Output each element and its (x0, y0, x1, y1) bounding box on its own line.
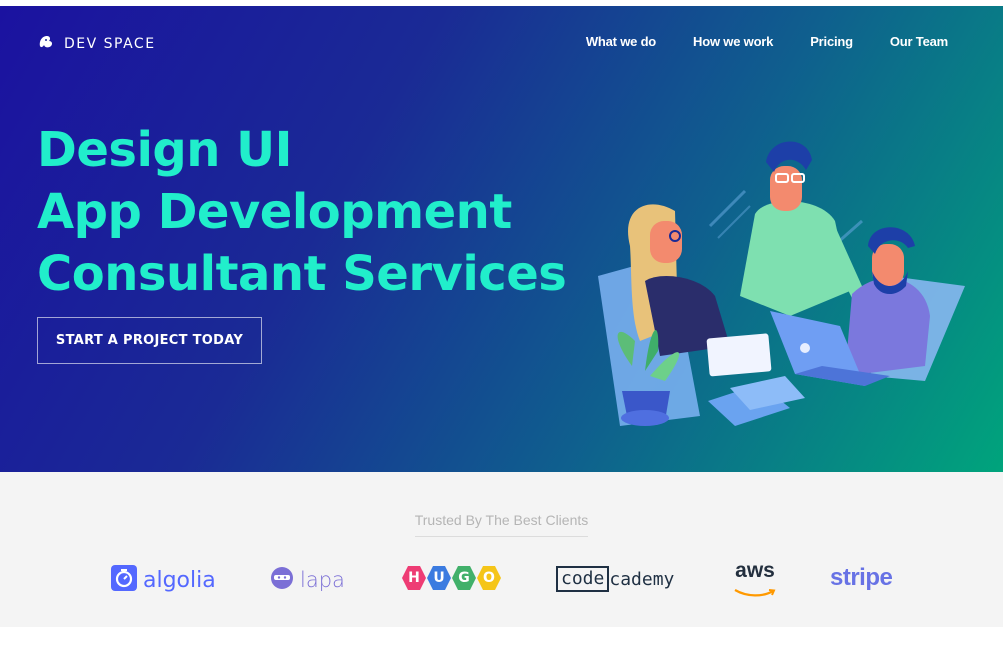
headline-line-2: App Development (37, 184, 512, 240)
brand-name: DEV SPACE (64, 36, 156, 52)
algolia-wordmark: algolia (143, 567, 216, 593)
aws-smile-icon (733, 582, 777, 601)
squirrel-logo-icon (36, 32, 56, 56)
headline-line-1: Design UI (37, 122, 293, 178)
client-logos: algolia lapa H U G O code cademy aws str… (0, 560, 1003, 600)
team-working-illustration (598, 141, 965, 426)
stopwatch-icon (111, 565, 137, 595)
start-project-button[interactable]: START A PROJECT TODAY (37, 317, 262, 364)
clients-section: Trusted By The Best Clients algolia lapa… (0, 472, 1003, 627)
aws-wordmark: aws (735, 559, 775, 582)
nav-item-our-team[interactable]: Our Team (890, 34, 948, 49)
hugo-letter-u: U (427, 566, 451, 590)
hugo-letter-o: O (477, 566, 501, 590)
main-nav: What we do How we work Pricing Our Team (586, 34, 948, 49)
page-bottom (0, 627, 1003, 645)
logo-stripe: stripe (830, 564, 893, 592)
codecademy-wordmark: cademy (609, 568, 675, 590)
codecademy-box: code (556, 566, 610, 592)
clients-heading-text: Trusted By The Best Clients (414, 512, 589, 537)
hugo-letter-g: G (452, 566, 476, 590)
logo-algolia: algolia (111, 565, 216, 595)
stripe-wordmark: stripe (830, 564, 893, 591)
ninja-icon (270, 566, 294, 594)
hero-section: DEV SPACE What we do How we work Pricing… (0, 6, 1003, 472)
nav-item-how-we-work[interactable]: How we work (693, 34, 773, 49)
logo-lapa: lapa (270, 566, 345, 594)
logo-hugo: H U G O (402, 566, 501, 590)
hugo-letter-h: H (402, 566, 426, 590)
brand-logo[interactable]: DEV SPACE (36, 32, 156, 56)
logo-aws: aws (733, 560, 777, 601)
clients-heading: Trusted By The Best Clients (0, 510, 1003, 537)
lapa-wordmark: lapa (300, 568, 345, 592)
hero-headline: Design UI App Development Consultant Ser… (37, 119, 567, 305)
nav-item-what-we-do[interactable]: What we do (586, 34, 656, 49)
logo-codecademy: code cademy (556, 566, 674, 592)
headline-line-3: Consultant Services (37, 246, 567, 302)
nav-item-pricing[interactable]: Pricing (810, 34, 853, 49)
